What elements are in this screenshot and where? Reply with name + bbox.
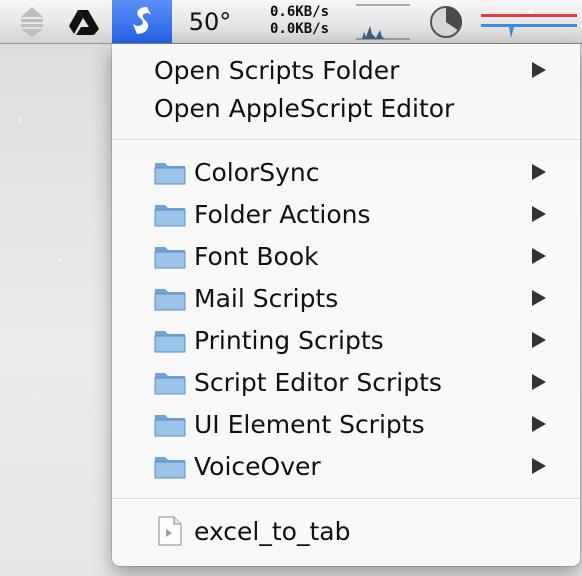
updown-arrows-icon[interactable] bbox=[12, 0, 52, 43]
script-document-icon bbox=[158, 516, 182, 546]
menu-item-folder-mail-scripts[interactable]: Mail Scripts bbox=[112, 278, 580, 318]
menu-bar: 50° 0.6KB/s 0.0KB/s bbox=[0, 0, 582, 44]
folder-icon bbox=[154, 373, 186, 395]
folder-icon bbox=[154, 457, 186, 479]
google-drive-icon[interactable] bbox=[60, 0, 108, 43]
network-graph-icon bbox=[356, 4, 410, 40]
folder-icon bbox=[154, 247, 186, 269]
menu-item-folder-folder-actions[interactable]: Folder Actions bbox=[112, 194, 580, 234]
menu-item-open-applescript-editor[interactable]: Open AppleScript Editor bbox=[112, 88, 580, 128]
submenu-arrow-icon bbox=[532, 62, 546, 78]
clock-icon[interactable] bbox=[424, 0, 468, 43]
menu-item-script-excel-to-tab[interactable]: excel_to_tab bbox=[112, 511, 580, 551]
menu-item-folder-colorsync[interactable]: ColorSync bbox=[112, 152, 580, 192]
menu-item-folder-printing-scripts[interactable]: Printing Scripts bbox=[112, 320, 580, 360]
submenu-arrow-icon bbox=[532, 206, 546, 222]
menu-separator bbox=[112, 498, 580, 500]
submenu-arrow-icon bbox=[532, 458, 546, 474]
temperature-readout[interactable]: 50° bbox=[178, 0, 242, 43]
submenu-arrow-icon bbox=[532, 248, 546, 264]
network-monitor[interactable]: 0.6KB/s 0.0KB/s bbox=[262, 0, 414, 43]
net-upload-rate: 0.6KB/s bbox=[270, 4, 330, 20]
submenu-arrow-icon bbox=[532, 164, 546, 180]
menu-item-folder-script-editor-scripts[interactable]: Script Editor Scripts bbox=[112, 362, 580, 402]
menu-item-folder-ui-element-scripts[interactable]: UI Element Scripts bbox=[112, 404, 580, 444]
submenu-arrow-icon bbox=[532, 290, 546, 306]
menu-item-open-scripts-folder[interactable]: Open Scripts Folder bbox=[112, 50, 580, 90]
menu-item-folder-voiceover[interactable]: VoiceOver bbox=[112, 446, 580, 486]
folder-icon bbox=[154, 289, 186, 311]
folder-icon bbox=[154, 415, 186, 437]
submenu-arrow-icon bbox=[532, 374, 546, 390]
net-download-rate: 0.0KB/s bbox=[270, 21, 330, 37]
folder-icon bbox=[154, 163, 186, 185]
meter-icon[interactable] bbox=[480, 0, 582, 43]
menu-item-folder-font-book[interactable]: Font Book bbox=[112, 236, 580, 276]
scripts-menu: Open Scripts Folder Open AppleScript Edi… bbox=[112, 44, 580, 566]
folder-icon bbox=[154, 331, 186, 353]
folder-icon bbox=[154, 205, 186, 227]
submenu-arrow-icon bbox=[532, 332, 546, 348]
script-menu-icon[interactable] bbox=[112, 0, 172, 43]
menu-separator bbox=[112, 139, 580, 141]
submenu-arrow-icon bbox=[532, 416, 546, 432]
